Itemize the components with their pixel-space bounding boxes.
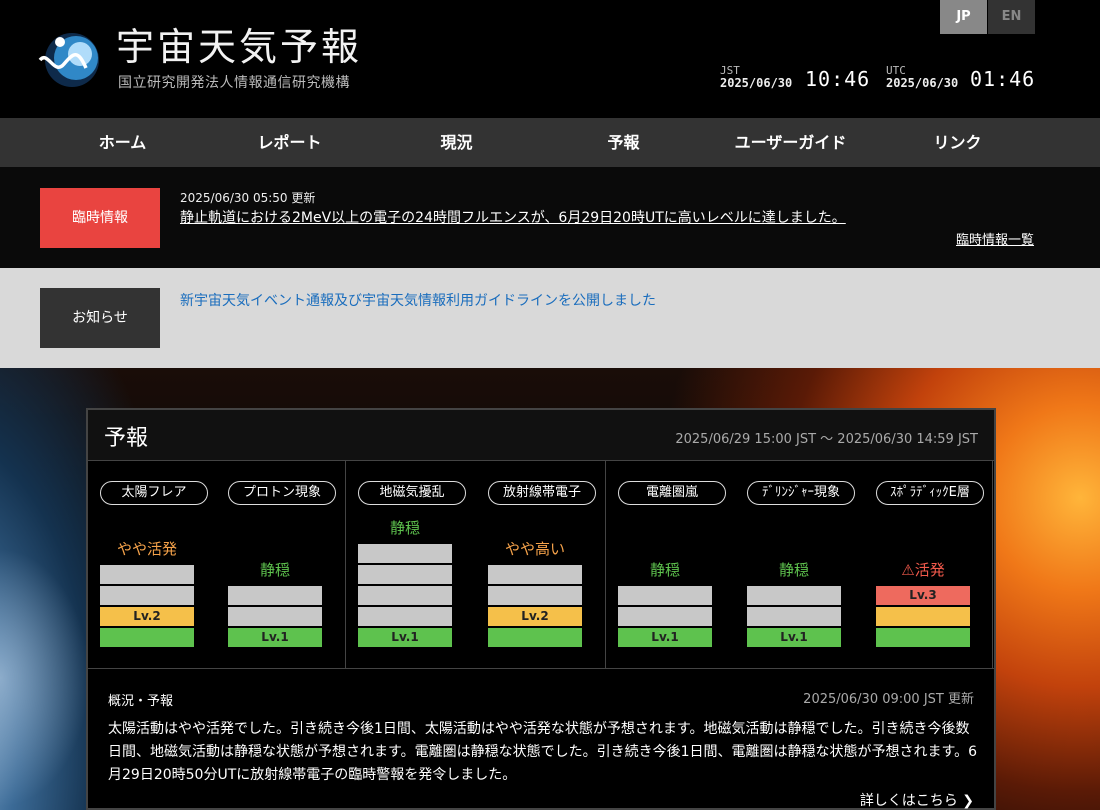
forecast-item[interactable]: ﾃﾞﾘﾝｼﾞｬｰ現象静穏 Lv.1 bbox=[747, 461, 863, 669]
level-bar bbox=[228, 607, 322, 626]
group-divider bbox=[605, 461, 606, 669]
level-bar bbox=[358, 607, 452, 626]
level-bar bbox=[876, 607, 970, 626]
nav-forecast[interactable]: 予報 bbox=[540, 118, 707, 167]
level-bar bbox=[100, 565, 194, 584]
forecast-item-status: やや高い bbox=[488, 538, 582, 559]
level-bar: Lv.1 bbox=[618, 628, 712, 647]
site-title[interactable]: 宇宙天気予報 bbox=[116, 24, 362, 70]
more-link-label: 詳しくはこちら bbox=[859, 793, 958, 809]
forecast-item-status: やや活発 bbox=[100, 538, 194, 559]
level-bar: Lv.1 bbox=[228, 628, 322, 647]
alert-link[interactable]: 静止軌道における2MeV以上の電子の24時間フルエンスが、6月29日20時UTに… bbox=[180, 207, 846, 227]
forecast-item[interactable]: 電離圏嵐静穏 Lv.1 bbox=[618, 461, 734, 669]
forecast-item-status-text: やや高い bbox=[504, 540, 565, 558]
forecast-item-status: 静穏 bbox=[358, 517, 452, 538]
forecast-item-label[interactable]: プロトン現象 bbox=[228, 481, 336, 505]
summary-heading: 概況・予報 bbox=[108, 694, 174, 709]
warning-triangle-icon: ⚠ bbox=[901, 561, 915, 579]
level-bar: Lv.1 bbox=[747, 628, 841, 647]
forecast-item-label[interactable]: 電離圏嵐 bbox=[618, 481, 726, 505]
nav-report[interactable]: レポート bbox=[206, 118, 373, 167]
forecast-header: 予報 2025/06/29 15:00 JST 〜 2025/06/30 14:… bbox=[88, 410, 994, 460]
forecast-item-label[interactable]: 地磁気擾乱 bbox=[358, 481, 466, 505]
forecast-item-status-text: 活発 bbox=[914, 561, 945, 579]
earth-glow bbox=[0, 548, 90, 808]
forecast-grid: 太陽フレアやや活発 Lv.2 プロトン現象静穏 Lv.1 地磁気擾乱静穏 Lv.1 放射線帯… bbox=[88, 460, 994, 669]
summary-updated: 2025/06/30 09:00 JST 更新 bbox=[803, 692, 974, 707]
chevron-right-icon: ❯ bbox=[962, 793, 974, 809]
forecast-item-label[interactable]: ｽﾎﾟﾗﾃﾞｨｯｸE層 bbox=[876, 481, 984, 505]
forecast-item-status: 静穏 bbox=[228, 559, 322, 580]
jst-date: 2025/06/30 bbox=[720, 76, 793, 90]
forecast-item-status: 静穏 bbox=[747, 559, 841, 580]
notice-link[interactable]: 新宇宙天気イベント通報及び宇宙天気情報利用ガイドラインを公開しました bbox=[180, 290, 656, 310]
lang-en-button[interactable]: EN bbox=[988, 0, 1035, 34]
jst-time: 10:46 bbox=[805, 67, 871, 91]
forecast-item[interactable]: 地磁気擾乱静穏 Lv.1 bbox=[358, 461, 474, 669]
forecast-item-status-text: やや活発 bbox=[116, 540, 177, 558]
group-divider bbox=[992, 461, 993, 669]
level-bar bbox=[876, 628, 970, 647]
forecast-item-label[interactable]: 太陽フレア bbox=[100, 481, 208, 505]
level-bar: Lv.2 bbox=[488, 607, 582, 626]
forecast-period: 2025/06/29 15:00 JST 〜 2025/06/30 14:59 … bbox=[675, 432, 978, 447]
forecast-item-label[interactable]: 放射線帯電子 bbox=[488, 481, 596, 505]
nav-links[interactable]: リンク bbox=[874, 118, 1041, 167]
site-subtitle: 国立研究開発法人情報通信研究機構 bbox=[118, 75, 350, 91]
forecast-item-status-text: 静穏 bbox=[259, 561, 290, 579]
level-bar bbox=[358, 544, 452, 563]
lang-jp-button[interactable]: JP bbox=[940, 0, 987, 34]
level-bar bbox=[100, 628, 194, 647]
level-bar bbox=[747, 586, 841, 605]
forecast-item-status-text: 静穏 bbox=[389, 519, 420, 537]
level-bar: Lv.2 bbox=[100, 607, 194, 626]
level-bar bbox=[228, 586, 322, 605]
level-bar bbox=[618, 586, 712, 605]
site-header: 宇宙天気予報 国立研究開発法人情報通信研究機構 JP EN JST 2025/0… bbox=[0, 0, 1100, 118]
level-bar bbox=[358, 565, 452, 584]
group-divider bbox=[345, 461, 346, 669]
level-bar bbox=[488, 628, 582, 647]
forecast-item-status-text: 静穏 bbox=[649, 561, 680, 579]
level-bar bbox=[488, 586, 582, 605]
notice-badge: お知らせ bbox=[40, 288, 160, 348]
level-bar: Lv.1 bbox=[358, 628, 452, 647]
summary-text: 太陽活動はやや活発でした。引き続き今後1日間、太陽活動はやや活発な状態が予想され… bbox=[108, 721, 978, 783]
forecast-item-status: ⚠活発 bbox=[876, 559, 970, 580]
forecast-title: 予報 bbox=[104, 426, 149, 451]
level-bar bbox=[100, 586, 194, 605]
level-bar bbox=[618, 607, 712, 626]
forecast-item[interactable]: 放射線帯電子やや高い Lv.2 bbox=[488, 461, 604, 669]
alert-date: 2025/06/30 05:50 更新 bbox=[180, 191, 316, 205]
forecast-item-status: 静穏 bbox=[618, 559, 712, 580]
alert-section: 臨時情報 2025/06/30 05:50 更新 静止軌道における2MeV以上の… bbox=[0, 167, 1100, 268]
notice-section: お知らせ 新宇宙天気イベント通報及び宇宙天気情報利用ガイドラインを公開しました bbox=[0, 268, 1100, 368]
nav-user-guide[interactable]: ユーザーガイド bbox=[707, 118, 874, 167]
level-bar bbox=[488, 565, 582, 584]
nict-logo-icon[interactable] bbox=[38, 30, 100, 90]
forecast-item[interactable]: ｽﾎﾟﾗﾃﾞｨｯｸE層 ⚠活発 Lv.3 bbox=[876, 461, 992, 669]
level-bar bbox=[358, 586, 452, 605]
nav-home[interactable]: ホーム bbox=[39, 118, 206, 167]
alert-badge: 臨時情報 bbox=[40, 188, 160, 248]
forecast-item[interactable]: プロトン現象静穏 Lv.1 bbox=[228, 461, 344, 669]
more-link[interactable]: 詳しくはこちら ❯ bbox=[860, 790, 974, 810]
forecast-item-status-text: 静穏 bbox=[778, 561, 809, 579]
level-bar: Lv.3 bbox=[876, 586, 970, 605]
utc-date: 2025/06/30 bbox=[886, 76, 959, 90]
forecast-panel: 予報 2025/06/29 15:00 JST 〜 2025/06/30 14:… bbox=[86, 408, 996, 810]
level-bar bbox=[747, 607, 841, 626]
alert-list-link[interactable]: 臨時情報一覧 bbox=[956, 229, 1034, 248]
nav-current[interactable]: 現況 bbox=[373, 118, 540, 167]
utc-time: 01:46 bbox=[970, 67, 1036, 91]
main-nav: ホーム レポート 現況 予報 ユーザーガイド リンク bbox=[0, 118, 1100, 167]
forecast-item[interactable]: 太陽フレアやや活発 Lv.2 bbox=[100, 461, 216, 669]
forecast-item-label[interactable]: ﾃﾞﾘﾝｼﾞｬｰ現象 bbox=[747, 481, 855, 505]
